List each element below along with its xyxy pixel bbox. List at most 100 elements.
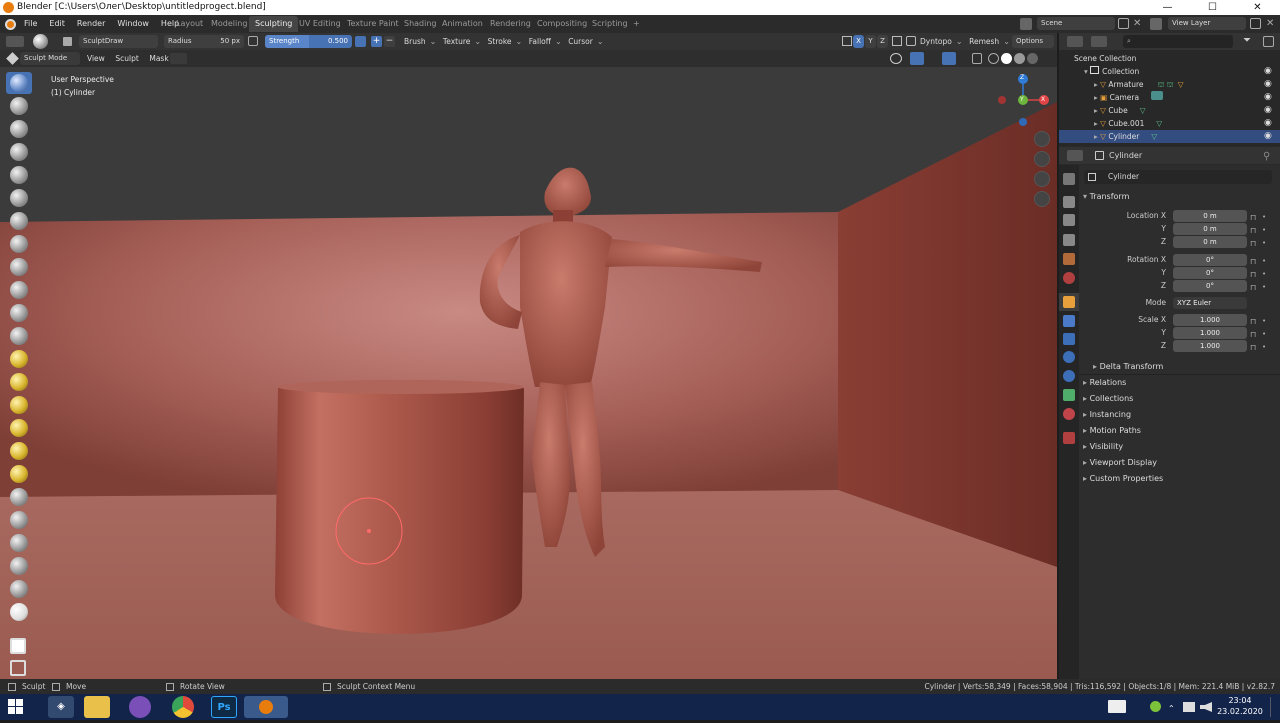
add-workspace-button[interactable]: + bbox=[627, 16, 646, 32]
nudge-brush-icon[interactable] bbox=[10, 465, 28, 483]
mode-dropdown[interactable]: Sculpt Mode bbox=[20, 52, 80, 65]
close-button[interactable]: ✕ bbox=[1235, 0, 1280, 15]
pin-icon[interactable]: ⚲ bbox=[1263, 148, 1270, 165]
mask-menu[interactable]: Mask bbox=[145, 54, 172, 63]
render-tab-icon[interactable] bbox=[1063, 196, 1075, 208]
lock-icon[interactable]: ⊓ bbox=[1250, 315, 1256, 328]
new-scene-icon[interactable] bbox=[1118, 18, 1129, 29]
gizmo-toggle-icon[interactable] bbox=[910, 52, 924, 65]
clay-brush-icon[interactable] bbox=[10, 120, 28, 138]
blender-taskbar-item[interactable] bbox=[244, 696, 288, 718]
filter-icon[interactable]: ⏷ bbox=[1243, 35, 1251, 46]
outliner-editor-icon[interactable] bbox=[1067, 36, 1083, 47]
keyframe-icons[interactable]: • • • bbox=[1262, 315, 1266, 354]
relations-panel[interactable]: ▸ Relations bbox=[1083, 375, 1273, 391]
texture-menu[interactable]: Texture bbox=[439, 37, 474, 46]
scene-field[interactable]: Scene bbox=[1037, 17, 1115, 30]
scrape-brush-icon[interactable] bbox=[10, 327, 28, 345]
menu-edit[interactable]: Edit bbox=[43, 19, 71, 28]
view-layer-tab-icon[interactable] bbox=[1063, 234, 1075, 246]
modifier-tab-icon[interactable] bbox=[1063, 315, 1075, 327]
menu-render[interactable]: Render bbox=[71, 19, 111, 28]
falloff-menu[interactable]: Falloff bbox=[525, 37, 555, 46]
mesh-data-tab-icon[interactable] bbox=[1063, 389, 1075, 401]
particles-tab-icon[interactable] bbox=[1063, 333, 1075, 345]
physics-tab-icon[interactable] bbox=[1063, 351, 1075, 363]
lock-axis-icon[interactable] bbox=[892, 36, 902, 46]
layer-brush-icon[interactable] bbox=[10, 166, 28, 184]
eye-icon[interactable]: ◉ bbox=[1264, 104, 1272, 117]
rotation-y-field[interactable]: 0° bbox=[1173, 267, 1247, 279]
outliner-item-cylinder[interactable]: ▸ ▽ Cylinder ▽ bbox=[1059, 130, 1280, 143]
collection-row[interactable]: ▾ Collection bbox=[1064, 65, 1276, 78]
keyframe-icon[interactable]: • bbox=[1262, 224, 1266, 237]
tab-sculpting[interactable]: Sculpting bbox=[249, 16, 299, 32]
keyframe-icon[interactable]: • bbox=[1262, 281, 1266, 294]
keyframe-icon[interactable]: • bbox=[1262, 268, 1266, 281]
elastic-deform-brush-icon[interactable] bbox=[10, 511, 28, 529]
transform-lock-icons[interactable]: ⊓ ⊓ ⊓ bbox=[1250, 211, 1256, 250]
unity-app-icon[interactable]: ◈ bbox=[48, 696, 74, 718]
keyframe-icon[interactable]: • bbox=[1262, 237, 1266, 250]
show-desktop-button[interactable] bbox=[1270, 697, 1278, 717]
constraints-tab-icon[interactable] bbox=[1063, 370, 1075, 382]
maximize-button[interactable]: ☐ bbox=[1190, 0, 1235, 15]
rotation-mode-dropdown[interactable]: XYZ Euler bbox=[1173, 297, 1247, 309]
eye-icon[interactable]: ◉ bbox=[1264, 91, 1272, 104]
world-tab-icon[interactable] bbox=[1063, 272, 1075, 284]
crease-brush-icon[interactable] bbox=[10, 235, 28, 253]
inflate-brush-icon[interactable] bbox=[10, 189, 28, 207]
lock-icon[interactable]: ⊓ bbox=[1250, 281, 1256, 294]
lock-icon[interactable]: ⊓ bbox=[1250, 237, 1256, 250]
strength-slider[interactable]: Strength 0.500 bbox=[265, 35, 352, 48]
strength-pressure-icon[interactable] bbox=[355, 36, 366, 47]
location-x-field[interactable]: 0 m bbox=[1173, 210, 1247, 222]
blob-brush-icon[interactable] bbox=[10, 212, 28, 230]
brush-name-field[interactable]: SculptDraw bbox=[79, 35, 158, 48]
custom-properties-panel[interactable]: ▸ Custom Properties bbox=[1083, 471, 1273, 487]
delete-scene-icon[interactable]: ✕ bbox=[1133, 17, 1141, 30]
scale-y-field[interactable]: 1.000 bbox=[1173, 327, 1247, 339]
keyframe-icons[interactable]: • • • bbox=[1262, 255, 1266, 294]
lock-icon[interactable]: ⊓ bbox=[1250, 211, 1256, 224]
visibility-icon[interactable] bbox=[890, 53, 902, 64]
remesh-menu[interactable]: Remesh bbox=[965, 37, 1003, 46]
fill-brush-icon[interactable] bbox=[10, 304, 28, 322]
rotation-z-field[interactable]: 0° bbox=[1173, 280, 1247, 292]
display-mode-icon[interactable] bbox=[1091, 36, 1107, 47]
keyframe-icon[interactable]: • bbox=[1262, 255, 1266, 268]
keyframe-icon[interactable]: • bbox=[1262, 328, 1266, 341]
scale-lock-icons[interactable]: ⊓ ⊓ ⊓ bbox=[1250, 315, 1256, 354]
taskbar-clock[interactable]: 23:04 23.02.2020 bbox=[1216, 695, 1264, 717]
eye-icon[interactable]: ◉ bbox=[1264, 78, 1272, 91]
scene-collection-row[interactable]: Scene Collection bbox=[1064, 52, 1276, 65]
solid-shading-icon[interactable] bbox=[1001, 53, 1012, 64]
mirror-z-toggle[interactable]: Z bbox=[877, 35, 888, 48]
material-tab-icon[interactable] bbox=[1063, 408, 1075, 420]
overlays-toggle-icon[interactable] bbox=[942, 52, 956, 65]
view-layer-field[interactable]: View Layer bbox=[1168, 17, 1246, 30]
view-menu[interactable]: View bbox=[83, 54, 109, 63]
file-explorer-icon[interactable] bbox=[84, 696, 110, 718]
outliner-item-camera[interactable]: ▸ ▣ Camera bbox=[1064, 91, 1276, 104]
delta-transform-panel[interactable]: ▸ Delta Transform bbox=[1093, 359, 1280, 375]
thumb-brush-icon[interactable] bbox=[10, 419, 28, 437]
keyframe-icon[interactable]: • bbox=[1262, 211, 1266, 224]
eye-icons[interactable]: ◉ ◉ ◉ ◉ ◉ bbox=[1264, 78, 1272, 143]
texture-tab-icon[interactable] bbox=[1063, 432, 1075, 444]
transform-panel-header[interactable]: ▾ Transform bbox=[1083, 189, 1273, 205]
minimize-button[interactable]: — bbox=[1145, 0, 1190, 15]
delete-view-layer-icon[interactable]: ✕ bbox=[1266, 17, 1274, 30]
output-tab-icon[interactable] bbox=[1063, 214, 1075, 226]
lock-icon[interactable]: ⊓ bbox=[1250, 224, 1256, 237]
material-shading-icon[interactable] bbox=[1014, 53, 1025, 64]
new-collection-icon[interactable] bbox=[1263, 36, 1274, 47]
viewport-scene[interactable] bbox=[0, 67, 1057, 679]
clay-strips-brush-icon[interactable] bbox=[10, 143, 28, 161]
network-icon[interactable] bbox=[1183, 702, 1195, 712]
dyntopo-menu[interactable]: Dyntopo bbox=[916, 37, 956, 46]
scale-x-field[interactable]: 1.000 bbox=[1173, 314, 1247, 326]
keyframe-icons[interactable]: • • • bbox=[1262, 211, 1266, 250]
lock-icon[interactable]: ⊓ bbox=[1250, 255, 1256, 268]
menu-window[interactable]: Window bbox=[111, 19, 155, 28]
